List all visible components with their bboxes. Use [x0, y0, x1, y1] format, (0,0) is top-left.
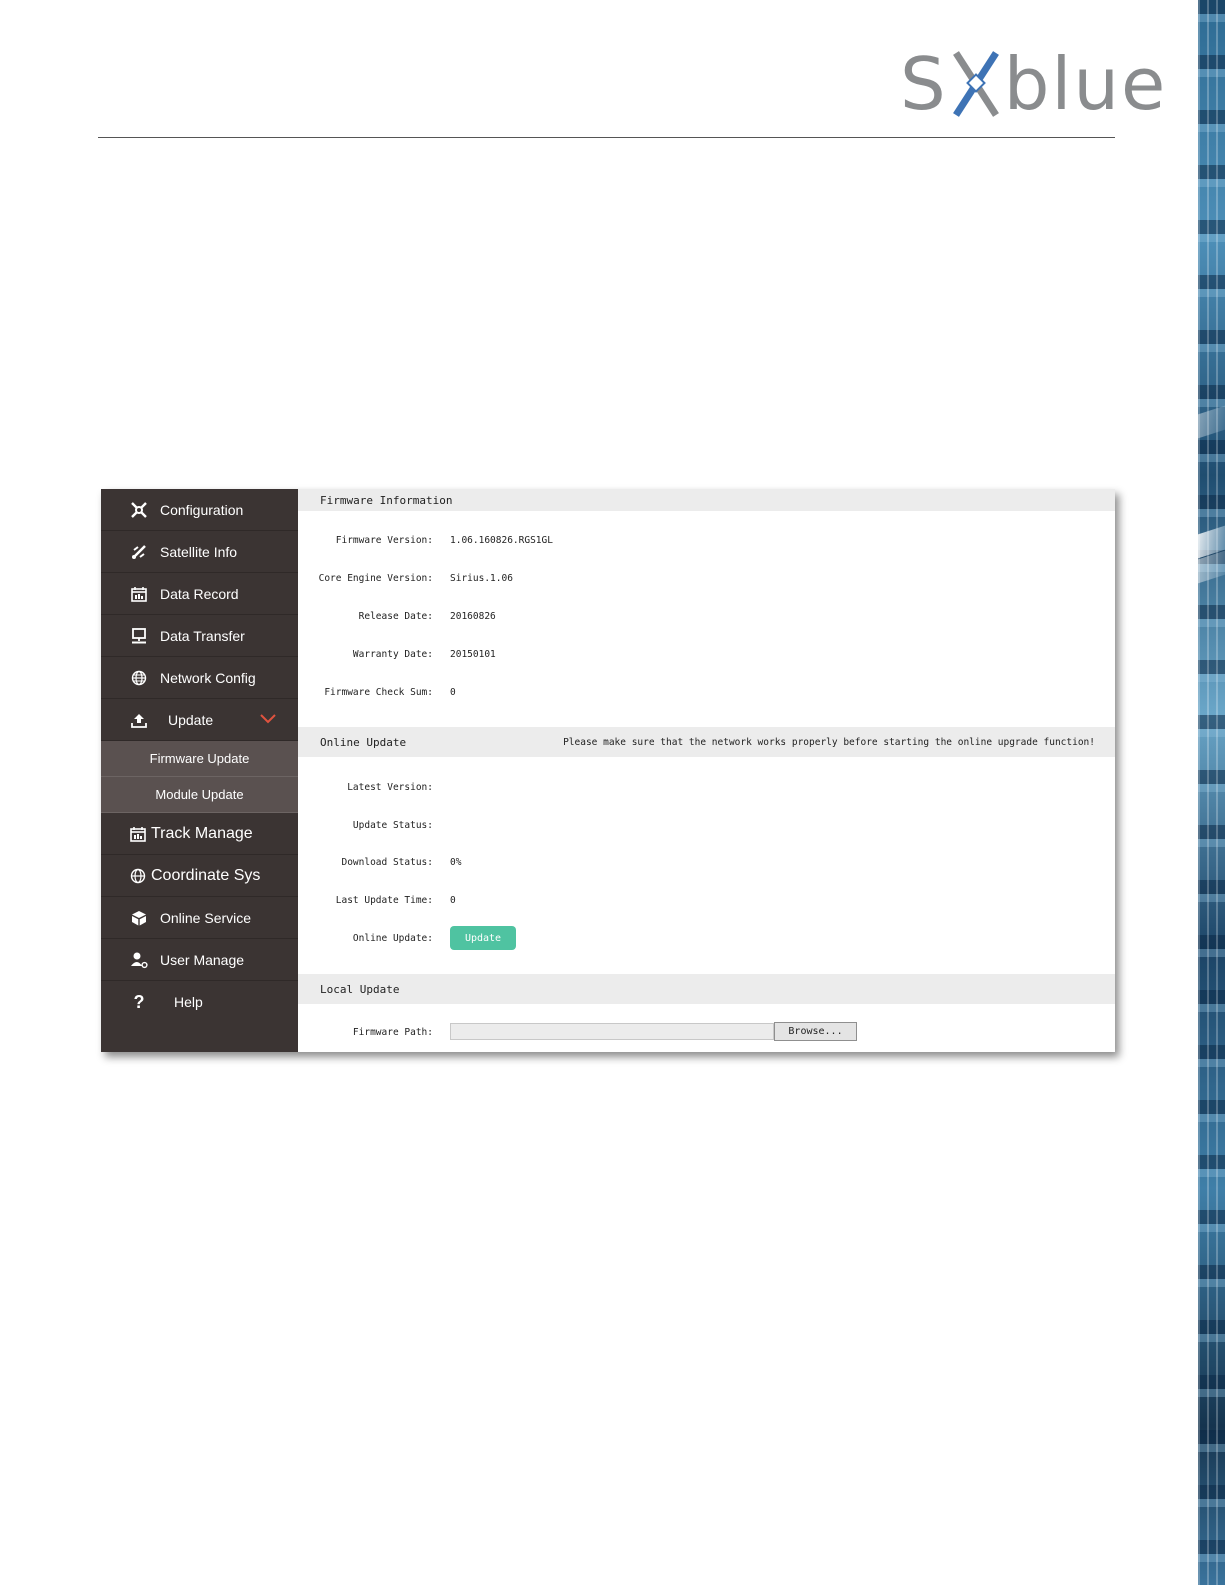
logo-text-left: S — [900, 42, 948, 126]
release-date-row: Release Date: 20160826 — [298, 609, 1115, 623]
sidebar-item-label: Track Manage — [151, 824, 253, 842]
sidebar-item-label: User Manage — [160, 951, 245, 968]
cube-icon — [128, 907, 150, 929]
header-divider — [98, 137, 1115, 138]
field-value: 0 — [450, 686, 456, 698]
sidebar-item-online-service[interactable]: Online Service — [101, 897, 298, 939]
download-status-row: Download Status: 0% — [298, 855, 1115, 869]
update-status-row: Update Status: — [298, 818, 1115, 832]
tools-icon — [128, 499, 150, 521]
latest-version-row: Latest Version: — [298, 780, 1115, 794]
sidebar-item-label: Online Service — [160, 909, 252, 926]
sidebar-item-help[interactable]: ? Help — [101, 981, 298, 1023]
sidebar-item-label: Configuration — [160, 501, 244, 518]
sidebar-item-label: Update — [168, 711, 214, 728]
sidebar-item-data-transfer[interactable]: Data Transfer — [101, 615, 298, 657]
online-update-button[interactable]: Update — [450, 926, 516, 950]
sidebar-item-label: Network Config — [160, 669, 256, 686]
globe-icon — [129, 865, 147, 887]
local-update-header: Local Update — [298, 974, 1115, 1004]
section-title: Local Update — [320, 982, 400, 996]
browse-button[interactable]: Browse... — [774, 1022, 857, 1041]
satellite-icon — [128, 541, 150, 563]
submenu-item-label: Firmware Update — [149, 751, 250, 766]
warranty-date-row: Warranty Date: 20150101 — [298, 647, 1115, 661]
field-label: Firmware Path: — [352, 1026, 433, 1038]
sidebar-item-label: Data Record — [160, 585, 239, 602]
firmware-path-input[interactable] — [450, 1023, 774, 1040]
field-label: Download Status: — [341, 856, 433, 868]
online-update-row: Online Update: — [298, 931, 1115, 945]
sidebar-item-label: Coordinate Sys — [151, 866, 261, 884]
chevron-down-icon[interactable] — [260, 711, 276, 727]
field-value: 0% — [450, 856, 462, 868]
question-icon: ? — [133, 991, 145, 1012]
decorative-side-strip — [1198, 0, 1225, 1585]
sidebar-item-update[interactable]: Update — [101, 699, 298, 741]
globe-icon — [128, 667, 150, 689]
field-value: 0 — [450, 894, 456, 906]
calendar-icon — [129, 823, 147, 845]
calendar-icon — [128, 583, 150, 605]
sidebar-item-track-manage[interactable]: Track Manage — [101, 813, 298, 855]
field-label: Online Update: — [352, 932, 433, 944]
field-label: Last Update Time: — [335, 894, 433, 906]
sidebar-item-satellite-info[interactable]: Satellite Info — [101, 531, 298, 573]
submenu-item-label: Module Update — [155, 787, 244, 802]
firmware-checksum-row: Firmware Check Sum: 0 — [298, 685, 1115, 699]
firmware-info-header: Firmware Information — [298, 489, 1115, 511]
sidebar-item-coordinate-sys[interactable]: Coordinate Sys — [101, 855, 298, 897]
last-update-time-row: Last Update Time: 0 — [298, 893, 1115, 907]
sidebar: Configuration Satellite Info Data Record… — [101, 489, 298, 1052]
core-engine-version-row: Core Engine Version: Sirius.1.06 — [298, 571, 1115, 585]
field-label: Firmware Check Sum: — [324, 686, 433, 698]
sxblue-logo: S blue — [900, 44, 1167, 124]
submenu-item-firmware-update[interactable]: Firmware Update — [101, 741, 298, 777]
field-label: Core Engine Version: — [318, 572, 433, 584]
field-label: Warranty Date: — [352, 648, 433, 660]
monitor-icon — [128, 625, 150, 647]
field-value: 20160826 — [450, 610, 496, 622]
field-label: Latest Version: — [347, 781, 433, 793]
section-title: Firmware Information — [320, 493, 453, 507]
sidebar-item-label: Help — [174, 994, 203, 1010]
field-label: Update Status: — [352, 819, 433, 831]
field-value: 20150101 — [450, 648, 496, 660]
firmware-version-row: Firmware Version: 1.06.160826.RGS1GL — [298, 533, 1115, 547]
submenu-item-module-update[interactable]: Module Update — [101, 777, 298, 813]
sidebar-item-user-manage[interactable]: User Manage — [101, 939, 298, 981]
field-label: Release Date: — [358, 610, 433, 622]
logo-text-right: blue — [1003, 42, 1168, 126]
main-content: Firmware Information Firmware Version: 1… — [298, 489, 1115, 1052]
satellite-x-icon — [950, 49, 1002, 119]
field-label: Firmware Version: — [335, 534, 433, 546]
network-warning-note: Please make sure that the network works … — [563, 736, 1095, 748]
user-icon — [128, 949, 150, 971]
online-update-header: Online Update Please make sure that the … — [298, 727, 1115, 757]
sidebar-item-label: Data Transfer — [160, 627, 245, 644]
sidebar-item-network-config[interactable]: Network Config — [101, 657, 298, 699]
receiver-web-ui-screenshot: Configuration Satellite Info Data Record… — [101, 489, 1115, 1052]
field-value: Sirius.1.06 — [450, 572, 513, 584]
section-title: Online Update — [320, 735, 407, 749]
field-value: 1.06.160826.RGS1GL — [450, 534, 553, 546]
sidebar-item-label: Satellite Info — [160, 543, 238, 560]
sidebar-item-configuration[interactable]: Configuration — [101, 489, 298, 531]
sidebar-item-data-record[interactable]: Data Record — [101, 573, 298, 615]
upload-icon — [128, 709, 150, 731]
